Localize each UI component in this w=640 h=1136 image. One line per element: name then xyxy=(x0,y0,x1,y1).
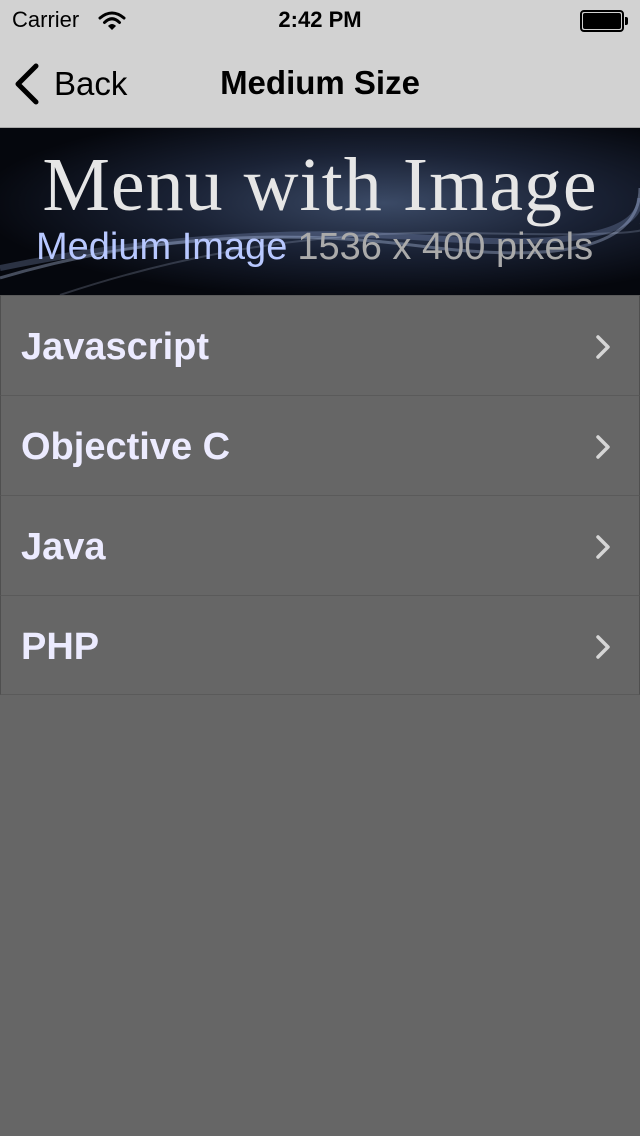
list-item-objective-c[interactable]: Objective C xyxy=(0,395,640,495)
battery-icon xyxy=(580,10,628,32)
list-item-label: PHP xyxy=(21,626,100,668)
list-item-php[interactable]: PHP xyxy=(0,595,640,695)
banner-subtitle: Medium Image 1536 x 400 pixels xyxy=(36,226,593,269)
list-item-label: Java xyxy=(21,526,106,568)
list-item-label: Javascript xyxy=(21,326,210,368)
chevron-right-icon xyxy=(596,435,610,459)
chevron-right-icon xyxy=(596,635,610,659)
list-item-label: Objective C xyxy=(21,426,231,468)
banner-subtitle-label: Medium Image xyxy=(36,226,288,268)
page-title: Medium Size xyxy=(220,64,420,101)
banner-subtitle-dimensions: 1536 x 400 pixels xyxy=(297,226,594,268)
chevron-right-icon xyxy=(596,535,610,559)
status-time: 2:42 PM xyxy=(278,7,362,32)
navigation-bar: Back Medium Size xyxy=(0,40,640,128)
banner-title: Menu with Image xyxy=(42,143,598,227)
list-item-java[interactable]: Java xyxy=(0,495,640,595)
list-item-javascript[interactable]: Javascript xyxy=(0,295,640,395)
status-bar: Carrier 2:42 PM xyxy=(0,0,640,40)
menu-header-banner: Menu with Image Medium Image 1536 x 400 p… xyxy=(0,128,640,295)
chevron-right-icon xyxy=(596,335,610,359)
menu-list: Javascript Objective C Java PHP xyxy=(0,295,640,695)
